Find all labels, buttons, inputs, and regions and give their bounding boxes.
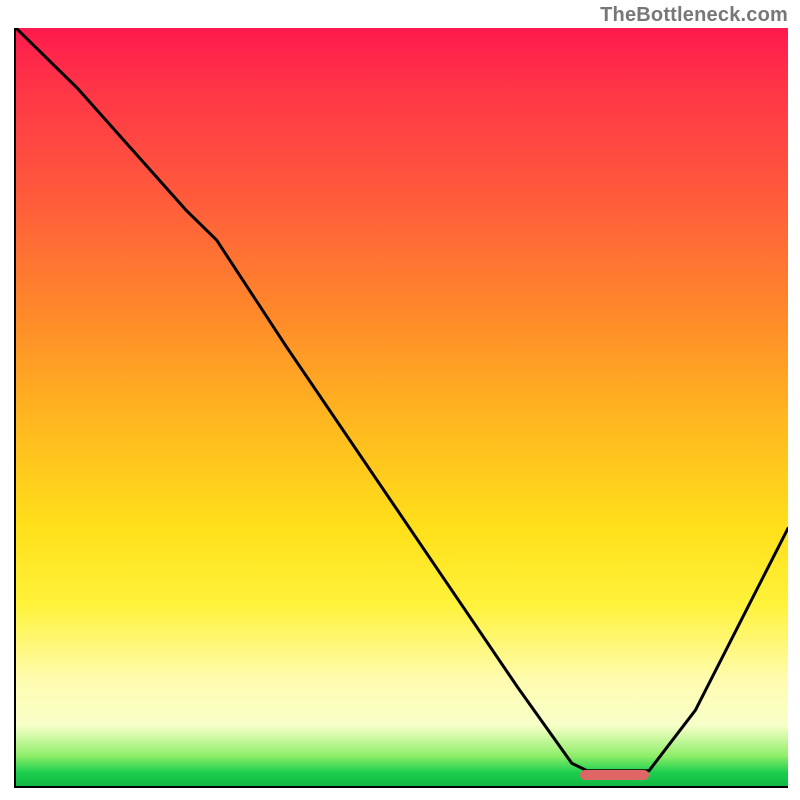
plot-area	[14, 28, 788, 788]
optimal-range-marker	[580, 770, 649, 780]
curve-layer	[16, 28, 788, 786]
bottleneck-chart: TheBottleneck.com	[0, 0, 800, 800]
bottleneck-curve-path	[16, 28, 788, 771]
watermark-text: TheBottleneck.com	[600, 4, 788, 27]
